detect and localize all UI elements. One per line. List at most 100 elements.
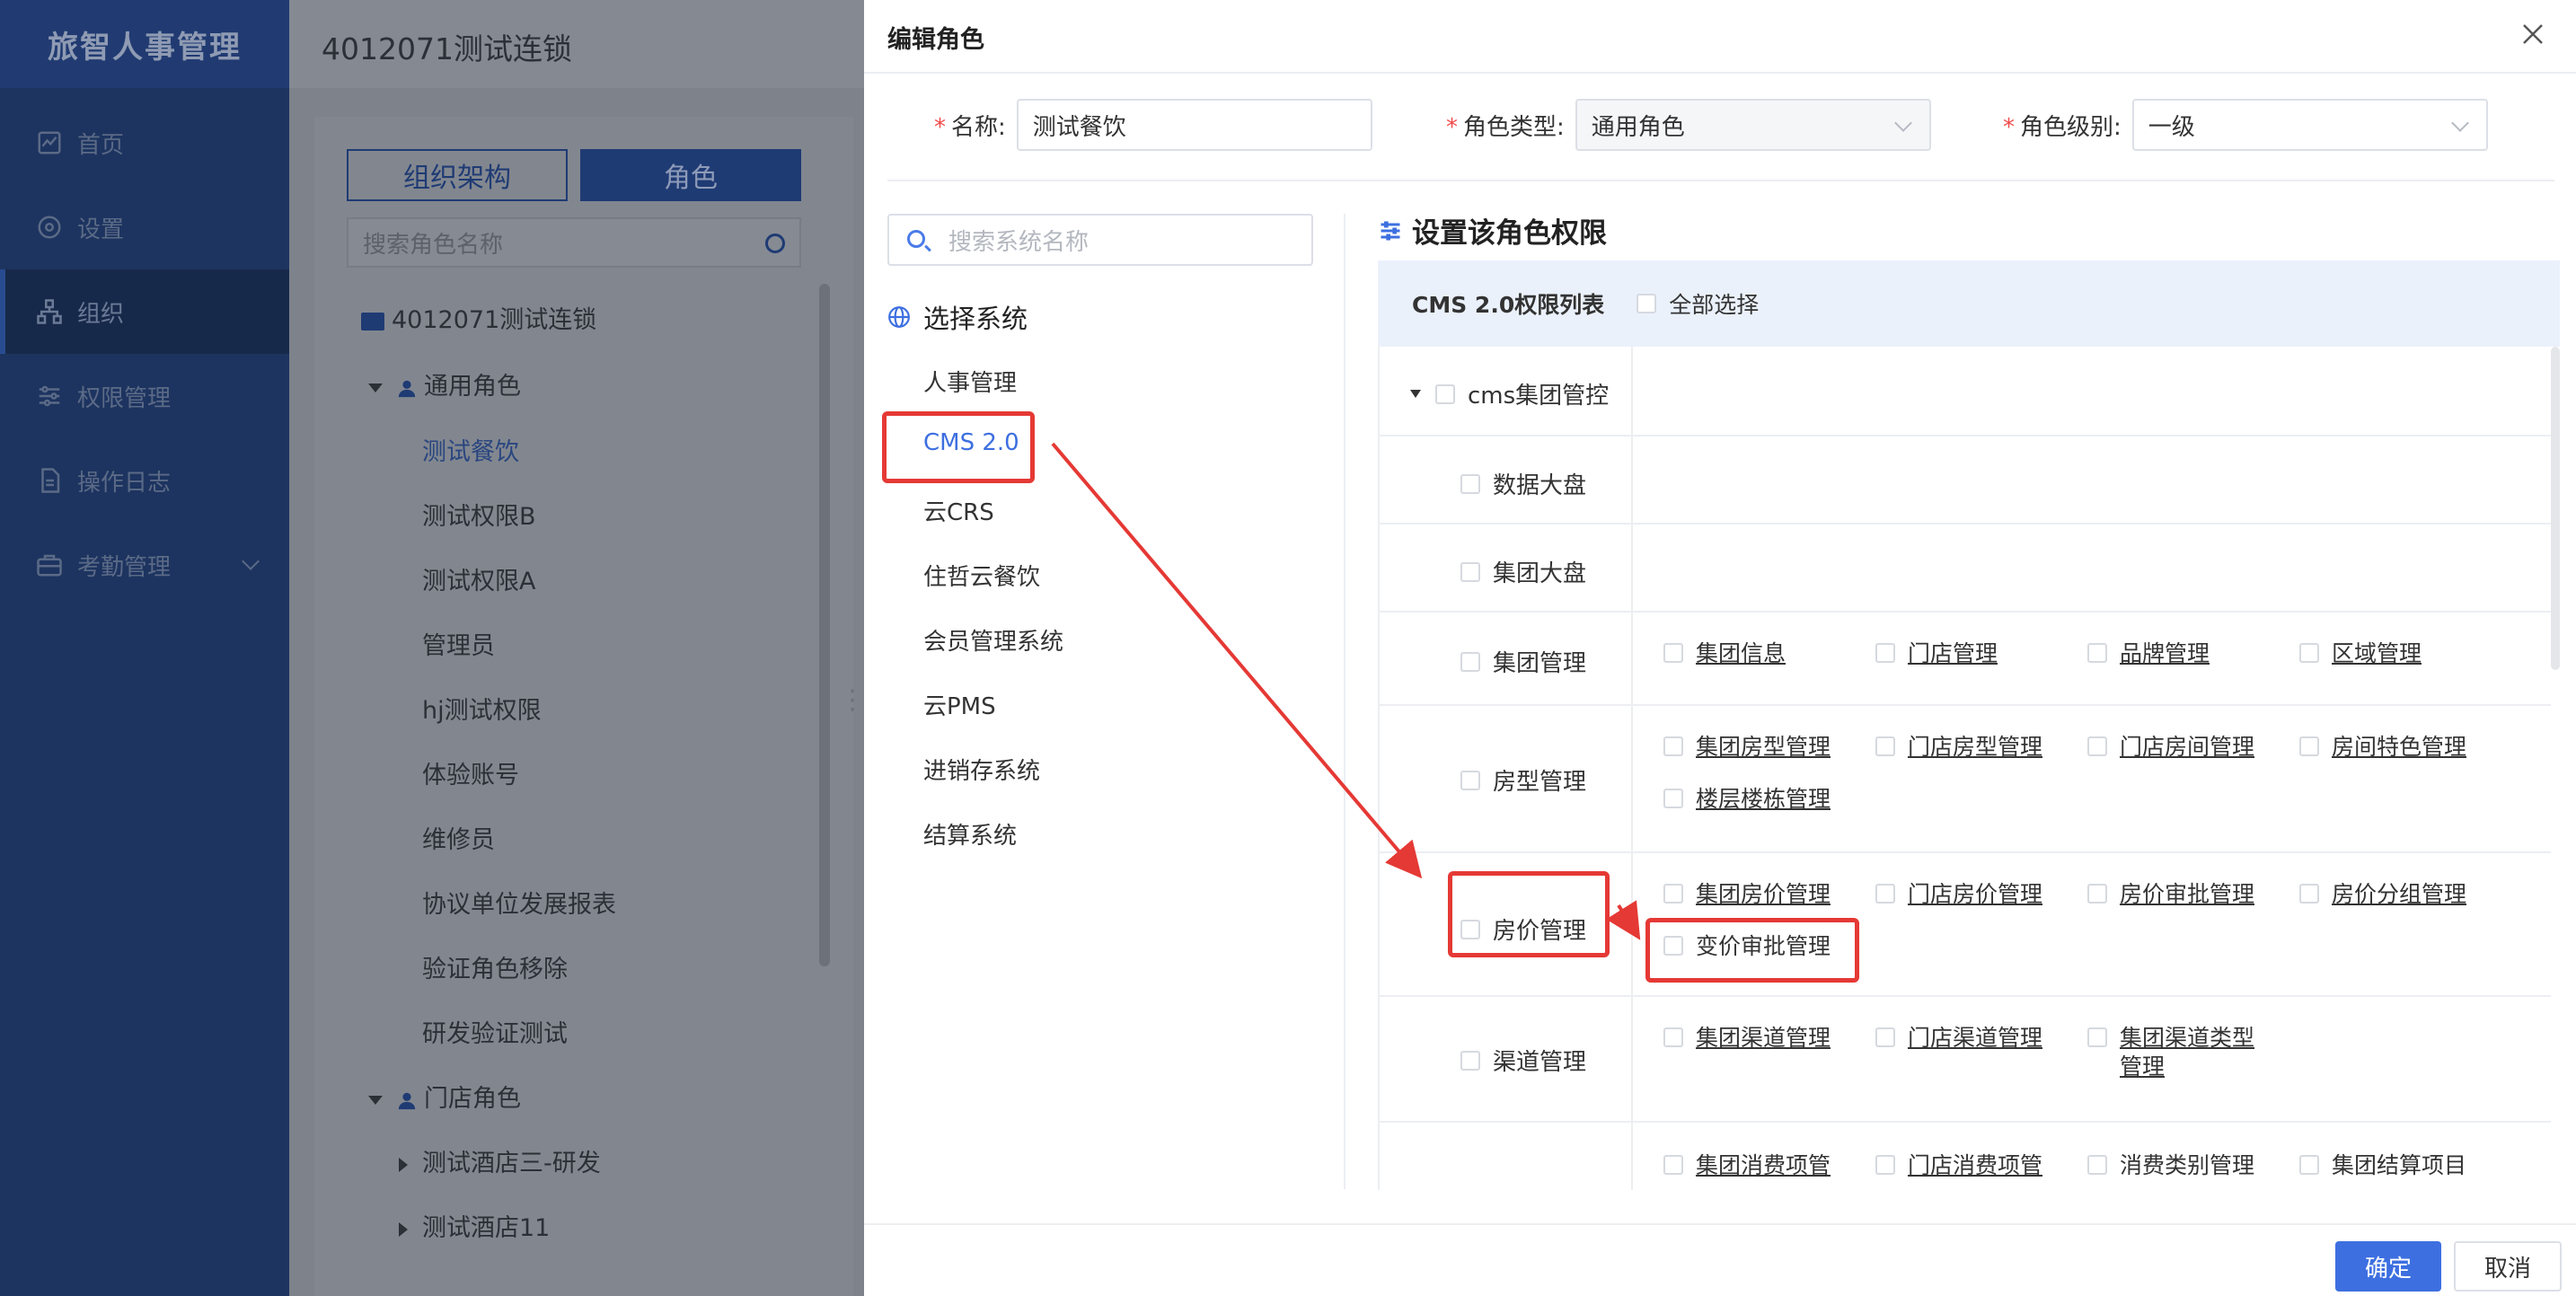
sub-permission[interactable]: 房价分组管理 — [2299, 880, 2466, 909]
tab-role[interactable]: 角色 — [580, 149, 801, 201]
sub-permission-label[interactable]: 门店房价管理 — [1908, 880, 2042, 909]
sub-permission[interactable]: 消费类别管理 — [2087, 1151, 2254, 1180]
system-item-pms[interactable]: 云PMS — [923, 688, 996, 721]
checkbox[interactable] — [1460, 770, 1480, 790]
tree-role-item[interactable]: 测试权限A — [422, 561, 535, 596]
tree-scrollbar[interactable] — [819, 284, 830, 966]
checkbox[interactable] — [2087, 643, 2107, 663]
sub-permission-label[interactable]: 门店渠道管理 — [1908, 1024, 2042, 1053]
tree-role-item[interactable]: 测试权限B — [422, 497, 536, 532]
tree-group-general[interactable]: 通用角色 — [368, 366, 521, 401]
sidebar-item-settings[interactable]: 设置 — [0, 185, 289, 269]
sub-permission-label[interactable]: 房间特色管理 — [2332, 733, 2466, 762]
checkbox[interactable] — [1663, 643, 1683, 663]
system-item-inventory[interactable]: 进销存系统 — [923, 753, 1040, 786]
system-item-crs[interactable]: 云CRS — [923, 494, 994, 527]
permission-item[interactable]: 房型管理 — [1460, 763, 1586, 797]
tree-group-store[interactable]: 门店角色 — [368, 1079, 521, 1114]
checkbox[interactable] — [2087, 884, 2107, 904]
checkbox[interactable] — [1460, 1050, 1480, 1071]
system-item-member[interactable]: 会员管理系统 — [923, 623, 1063, 657]
caret-down-icon[interactable] — [368, 1095, 383, 1105]
checkbox[interactable] — [2087, 1027, 2107, 1047]
sub-permission[interactable]: 门店房间管理 — [2087, 733, 2254, 762]
sub-permission-label[interactable]: 集团结算项目 — [2332, 1151, 2466, 1180]
sub-permission-label[interactable]: 集团渠道类型管理 — [2120, 1024, 2267, 1081]
tree-role-item[interactable]: 协议单位发展报表 — [422, 885, 616, 920]
caret-down-icon[interactable] — [1410, 390, 1421, 398]
checkbox[interactable] — [1875, 1155, 1895, 1175]
sub-permission-label[interactable]: 房价审批管理 — [2120, 880, 2254, 909]
name-input[interactable]: 测试餐饮 — [1016, 99, 1372, 151]
sub-permission-label[interactable]: 集团房价管理 — [1696, 880, 1831, 909]
checkbox[interactable] — [1875, 1027, 1895, 1047]
role-level-select[interactable]: 一级 — [2131, 99, 2488, 151]
sub-permission-label[interactable]: 集团信息 — [1696, 639, 1786, 668]
permission-item[interactable]: 集团大盘 — [1460, 555, 1586, 588]
tree-role-item[interactable]: 研发验证测试 — [422, 1014, 568, 1049]
sub-permission-label[interactable]: 集团房型管理 — [1696, 733, 1831, 762]
sub-permission[interactable]: 品牌管理 — [2087, 639, 2210, 668]
sub-permission-label[interactable]: 门店房间管理 — [2120, 733, 2254, 762]
system-item-settlement[interactable]: 结算系统 — [923, 817, 1017, 851]
checkbox[interactable] — [1435, 384, 1455, 404]
sub-permission[interactable]: 门店管理 — [1875, 639, 1998, 668]
tree-role-item[interactable]: 验证角色移除 — [422, 949, 568, 984]
sub-permission[interactable]: 门店渠道管理 — [1875, 1024, 2042, 1053]
checkbox[interactable] — [1460, 561, 1480, 582]
tree-store-item[interactable]: 测试酒店三-研发 — [399, 1143, 601, 1178]
system-item-hr[interactable]: 人事管理 — [923, 365, 1017, 398]
checkbox[interactable] — [1460, 651, 1480, 672]
checkbox[interactable] — [2299, 1155, 2319, 1175]
checkbox[interactable] — [1663, 1155, 1683, 1175]
sub-permission-label[interactable]: 区域管理 — [2332, 639, 2422, 668]
tree-role-item[interactable]: 体验账号 — [422, 755, 519, 790]
sub-permission-label[interactable]: 消费类别管理 — [2120, 1151, 2254, 1180]
sidebar-item-home[interactable]: 首页 — [0, 101, 289, 185]
checkbox[interactable] — [1875, 643, 1895, 663]
sub-permission[interactable]: 集团消费项管 — [1663, 1151, 1831, 1180]
sub-permission-label[interactable]: 门店房型管理 — [1908, 733, 2042, 762]
permission-item[interactable]: 集团管理 — [1460, 645, 1586, 678]
checkbox[interactable] — [2299, 884, 2319, 904]
permission-item[interactable]: 渠道管理 — [1460, 1044, 1586, 1077]
sub-permission-label[interactable]: 楼层楼栋管理 — [1696, 785, 1831, 814]
sub-permission-label[interactable]: 集团渠道管理 — [1696, 1024, 1831, 1053]
sub-permission-label[interactable]: 房价分组管理 — [2332, 880, 2466, 909]
sub-permission[interactable]: 房间特色管理 — [2299, 733, 2466, 762]
sub-permission[interactable]: 区域管理 — [2299, 639, 2422, 668]
caret-right-icon[interactable] — [399, 1221, 408, 1237]
sub-permission-label[interactable]: 品牌管理 — [2120, 639, 2210, 668]
select-all-checkbox[interactable] — [1636, 294, 1657, 313]
checkbox[interactable] — [1663, 736, 1683, 756]
sub-permission[interactable]: 门店消费项管 — [1875, 1151, 2042, 1180]
caret-right-icon[interactable] — [399, 1157, 408, 1172]
tree-role-item[interactable]: 维修员 — [422, 820, 495, 855]
sub-permission[interactable]: 门店房价管理 — [1875, 880, 2042, 909]
sub-permission[interactable]: 门店房型管理 — [1875, 733, 2042, 762]
checkbox[interactable] — [2299, 736, 2319, 756]
tree-role-item[interactable]: 测试餐饮 — [422, 432, 519, 467]
permission-item[interactable]: 数据大盘 — [1460, 467, 1586, 500]
sub-permission[interactable]: 集团房价管理 — [1663, 880, 1831, 909]
sub-permission-label[interactable]: 门店管理 — [1908, 639, 1998, 668]
tree-role-item[interactable]: 管理员 — [422, 626, 495, 661]
drag-handle-icon[interactable]: ⋮ — [839, 684, 866, 716]
tab-org-structure[interactable]: 组织架构 — [347, 149, 568, 201]
confirm-button[interactable]: 确定 — [2335, 1241, 2441, 1292]
tree-root[interactable]: 4012071测试连锁 — [361, 300, 596, 335]
checkbox[interactable] — [2299, 643, 2319, 663]
sub-permission[interactable]: 楼层楼栋管理 — [1663, 785, 1831, 814]
sidebar-item-logs[interactable]: 操作日志 — [0, 438, 289, 523]
checkbox[interactable] — [1663, 884, 1683, 904]
role-type-select[interactable]: 通用角色 — [1575, 99, 1931, 151]
sub-permission[interactable]: 集团房型管理 — [1663, 733, 1831, 762]
sub-permission-label[interactable]: 集团消费项管 — [1696, 1151, 1831, 1180]
sidebar-item-permissions[interactable]: 权限管理 — [0, 354, 289, 438]
checkbox[interactable] — [1875, 884, 1895, 904]
permission-scrollbar[interactable] — [2551, 347, 2560, 670]
sub-permission[interactable]: 房价审批管理 — [2087, 880, 2254, 909]
checkbox[interactable] — [1460, 473, 1480, 494]
root-node[interactable]: cms集团管控 — [1410, 377, 1609, 410]
search-icon[interactable] — [765, 234, 785, 253]
